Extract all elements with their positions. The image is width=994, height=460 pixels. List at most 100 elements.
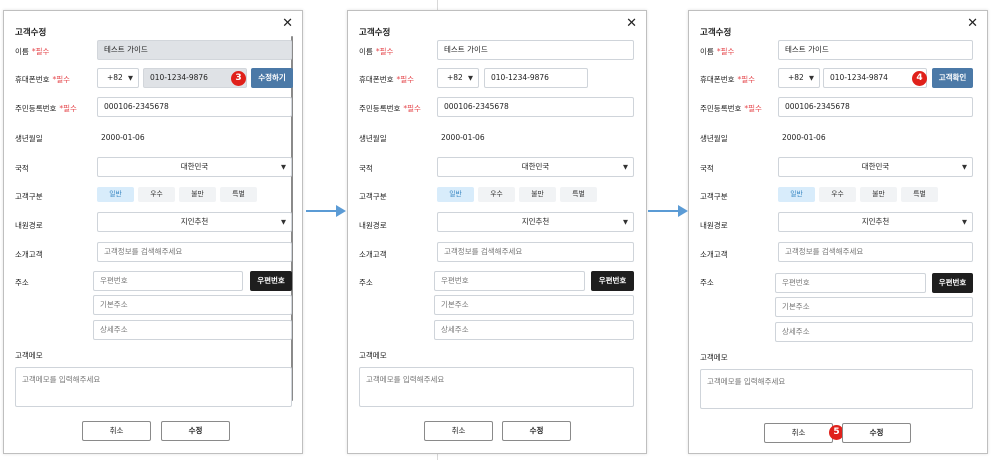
rrn-label: 주민등록번호 *필수 [700,103,762,114]
zipcode-search-button[interactable]: 우편번호 [250,271,292,291]
name-field[interactable]: 테스트 가이드 [437,40,634,60]
category-chip-special[interactable]: 특별 [901,187,938,202]
cancel-button[interactable]: 취소 [764,423,833,443]
flow-arrow-right-icon [306,205,346,217]
zipcode-search-button[interactable]: 우편번호 [932,273,973,293]
zipcode-field[interactable]: 우편번호 [434,271,585,291]
rrn-field[interactable]: 000106-2345678 [97,97,292,117]
save-button[interactable]: 수정 [502,421,571,441]
country-code-select[interactable]: +82 ▼ [778,68,820,88]
memo-textarea[interactable]: 고객메모를 입력해주세요 [359,367,634,407]
dialog-title: 고객수정 [700,28,732,38]
country-code-select[interactable]: +82 ▼ [97,68,139,88]
chevron-down-icon: ▼ [281,163,286,171]
name-label-text: 이름 [700,47,714,56]
category-chip-special[interactable]: 특별 [220,187,257,202]
country-code-select[interactable]: +82 ▼ [437,68,479,88]
address-label: 주소 [359,278,373,287]
category-chip-regular[interactable]: 일반 [778,187,815,202]
name-field[interactable]: 테스트 가이드 [778,40,973,60]
required-mark: *필수 [52,75,71,84]
required-mark: *필수 [403,104,421,113]
category-chip-complaint[interactable]: 불만 [519,187,556,202]
cancel-button[interactable]: 취소 [424,421,493,441]
edit-customer-dialog-step-3: 고객수정 ✕ 이름 *필수 테스트 가이드 휴대폰번호 *필수 +82 ▼ 010-1… [688,10,988,454]
close-icon[interactable]: ✕ [967,17,978,30]
address1-field[interactable]: 기본주소 [775,297,973,317]
memo-textarea[interactable]: 고객메모를 입력해주세요 [700,369,973,409]
referrer-search-input[interactable]: 고객정보를 검색해주세요 [97,242,292,262]
chevron-down-icon: ▼ [468,74,473,82]
visit-route-value: 지인추천 [180,217,209,226]
visit-route-label: 내원경로 [700,221,728,230]
category-chip-vip[interactable]: 우수 [478,187,515,202]
save-button[interactable]: 수정 [161,421,230,441]
arrow-head [678,205,688,217]
address2-field[interactable]: 상세주소 [93,320,292,340]
address-label: 주소 [700,278,714,287]
category-chip-special[interactable]: 특별 [560,187,597,202]
dialog-title: 고객수정 [15,28,47,38]
memo-textarea[interactable]: 고객메모를 입력해주세요 [15,367,292,407]
chevron-down-icon: ▼ [962,163,967,171]
address1-field[interactable]: 기본주소 [93,295,292,315]
visit-route-select[interactable]: 지인추천 ▼ [437,212,634,232]
edit-customer-dialog-step-1: 고객수정 ✕ 이름 *필수 테스트 가이드 휴대폰번호 *필수 +82 ▼ 010-1… [3,10,303,454]
category-chip-regular[interactable]: 일반 [437,187,474,202]
required-mark: *필수 [375,47,394,56]
category-chip-complaint[interactable]: 불만 [860,187,897,202]
birth-label: 생년월일 [15,134,43,143]
rrn-label: 주민등록번호 *필수 [15,103,77,114]
nationality-label: 국적 [359,164,373,173]
nationality-select[interactable]: 대한민국 ▼ [778,157,973,177]
category-chip-complaint[interactable]: 불만 [179,187,216,202]
category-chip-vip[interactable]: 우수 [819,187,856,202]
edit-phone-button[interactable]: 수정하기 [251,68,293,88]
visit-route-value: 지인추천 [861,217,890,226]
zipcode-search-button[interactable]: 우편번호 [591,271,634,291]
memo-label: 고객메모 [700,353,728,362]
phone-field[interactable]: 010-1234-9876 [484,68,588,88]
nationality-label: 국적 [700,164,714,173]
check-customer-button[interactable]: 고객확인 [932,68,973,88]
address2-field[interactable]: 상세주소 [434,320,634,340]
category-chip-vip[interactable]: 우수 [138,187,175,202]
name-label: 이름 *필수 [359,46,393,57]
visit-route-label: 내원경로 [15,221,43,230]
close-icon[interactable]: ✕ [282,17,293,30]
nationality-select[interactable]: 대한민국 ▼ [97,157,292,177]
category-label: 고객구분 [359,192,387,201]
nationality-select[interactable]: 대한민국 ▼ [437,157,634,177]
referrer-label: 소개고객 [359,250,387,259]
category-chip-regular[interactable]: 일반 [97,187,134,202]
visit-route-select[interactable]: 지인추천 ▼ [97,212,292,232]
referrer-search-input[interactable]: 고객정보를 검색해주세요 [437,242,634,262]
zipcode-field[interactable]: 우편번호 [775,273,926,293]
category-label: 고객구분 [15,192,43,201]
rrn-field[interactable]: 000106-2345678 [437,97,634,117]
nationality-value: 대한민국 [521,162,550,171]
address2-field[interactable]: 상세주소 [775,322,973,342]
address1-field[interactable]: 기본주소 [434,295,634,315]
address-label: 주소 [15,278,29,287]
visit-route-select[interactable]: 지인추천 ▼ [778,212,973,232]
save-button[interactable]: 수정 [842,423,911,443]
referrer-search-input[interactable]: 고객정보를 검색해주세요 [778,242,973,262]
phone-label: 휴대폰번호 *필수 [359,74,414,85]
zipcode-field[interactable]: 우편번호 [93,271,243,291]
close-icon[interactable]: ✕ [626,17,637,30]
required-mark: *필수 [396,75,415,84]
cancel-button[interactable]: 취소 [82,421,151,441]
phone-label-text: 휴대폰번호 [359,75,394,84]
required-mark: *필수 [737,75,756,84]
required-mark: *필수 [744,104,762,113]
birth-value: 2000-01-06 [441,133,485,142]
background-divider [437,0,438,10]
phone-label: 휴대폰번호 *필수 [700,74,755,85]
nationality-label: 국적 [15,164,29,173]
arrow-shaft [306,210,338,212]
flow-arrow-right-icon [648,205,688,217]
arrow-shaft [648,210,680,212]
country-code-value: +82 [107,73,123,82]
rrn-field[interactable]: 000106-2345678 [778,97,973,117]
